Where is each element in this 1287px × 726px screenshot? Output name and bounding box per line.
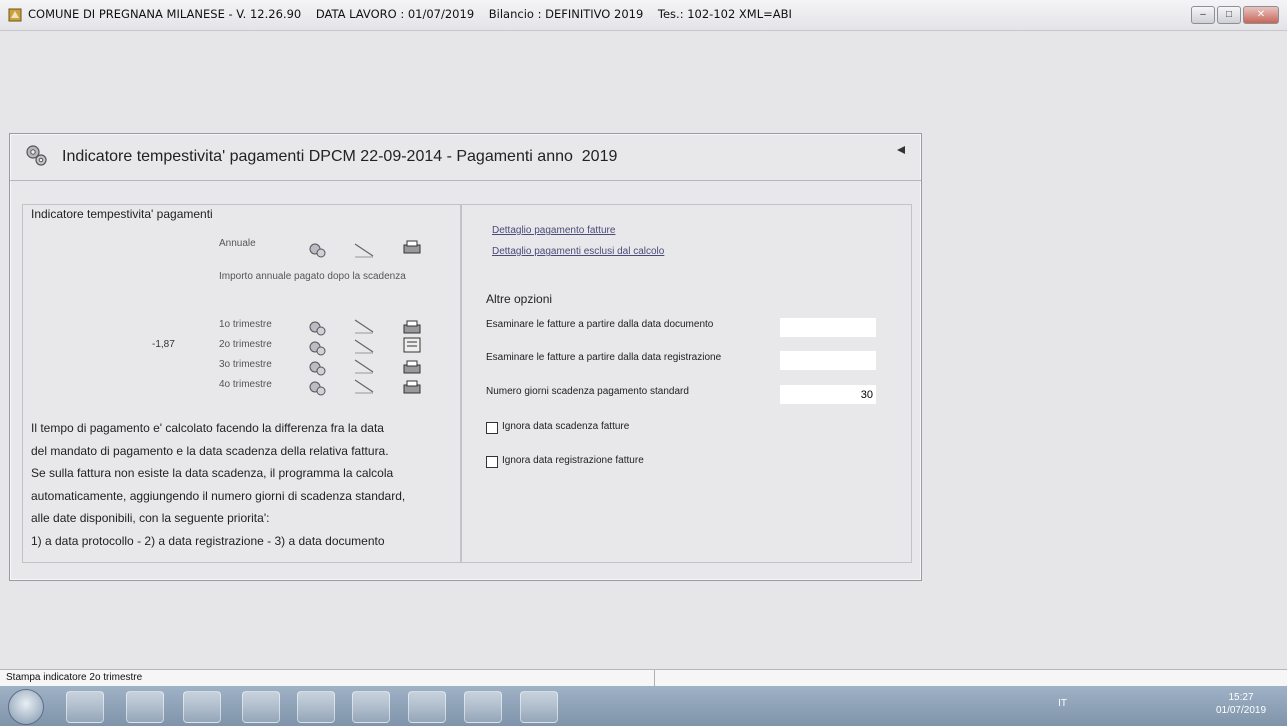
- group-label: Indicatore tempestivita' pagamenti: [31, 207, 213, 221]
- doc-date-field[interactable]: [780, 318, 876, 337]
- print-icon[interactable]: [401, 379, 423, 397]
- minimize-button[interactable]: –: [1191, 6, 1215, 24]
- quarter-label-4: 4o trimestre: [219, 379, 272, 390]
- explanation-line: del mandato di pagamento e la data scade…: [31, 443, 389, 458]
- status-text: Stampa indicatore 2o trimestre: [6, 672, 143, 683]
- panel-title: Indicatore tempestivita' pagamenti DPCM …: [62, 148, 618, 165]
- annual-note: Importo annuale pagato dopo la scadenza: [219, 271, 406, 282]
- ignore-due-date-label: Ignora data scadenza fatture: [502, 421, 630, 432]
- reg-date-field[interactable]: [780, 351, 876, 370]
- clock-time[interactable]: 15:27: [1211, 692, 1271, 703]
- internet-explorer-icon[interactable]: [297, 691, 335, 723]
- explanation-line: Il tempo di pagamento e' calcolato facen…: [31, 421, 384, 435]
- app-logo-icon: [8, 8, 22, 22]
- edit-icon[interactable]: [353, 377, 375, 395]
- reg-date-label: Esaminare le fatture a partire dalla dat…: [486, 352, 722, 363]
- folder-icon[interactable]: [242, 691, 280, 723]
- explanation-line: automaticamente, aggiungendo il numero g…: [31, 488, 406, 503]
- quarter-label-2: 2o trimestre: [219, 339, 272, 350]
- calculation-explanation: Il tempo di pagamento e' calcolato facen…: [31, 417, 451, 552]
- options-group: Dettaglio pagamento fatture Dettaglio pa…: [461, 204, 912, 563]
- indicator-panel: Indicatore tempestivita' pagamenti DPCM …: [9, 133, 922, 581]
- window-controls: – □ ✕: [1191, 6, 1279, 24]
- calculate-icon[interactable]: [307, 319, 329, 337]
- quarter-value: -1,87: [152, 339, 175, 350]
- invoice-payment-detail-link[interactable]: Dettaglio pagamento fatture: [492, 225, 615, 236]
- print-icon[interactable]: [401, 359, 423, 377]
- status-bar: Stampa indicatore 2o trimestre: [0, 669, 1287, 686]
- language-indicator[interactable]: IT: [1058, 698, 1067, 709]
- quarter-label-3: 3o trimestre: [219, 359, 272, 370]
- calculate-icon[interactable]: [307, 359, 329, 377]
- quarter-label-1: 1o trimestre: [219, 319, 272, 330]
- back-arrow-icon[interactable]: [893, 143, 907, 157]
- app-icon[interactable]: [520, 691, 558, 723]
- other-options-title: Altre opzioni: [486, 292, 553, 306]
- print-preview-icon[interactable]: [401, 336, 423, 354]
- media-icon[interactable]: [464, 691, 502, 723]
- close-button[interactable]: ✕: [1243, 6, 1279, 24]
- calculate-icon[interactable]: [307, 379, 329, 397]
- panel-header: Indicatore tempestivita' pagamenti DPCM …: [10, 134, 921, 181]
- explanation-line: Se sulla fattura non esiste la data scad…: [31, 466, 394, 480]
- explanation-line: alle date disponibili, con la seguente p…: [31, 511, 270, 525]
- excel-icon[interactable]: [126, 691, 164, 723]
- visio-icon[interactable]: [408, 691, 446, 723]
- ignore-due-date-checkbox[interactable]: [486, 422, 498, 434]
- ignore-reg-date-label: Ignora data registrazione fatture: [502, 455, 644, 466]
- gear-icon: [26, 145, 47, 166]
- maximize-button[interactable]: □: [1217, 6, 1241, 24]
- print-icon[interactable]: [401, 239, 423, 257]
- outlook-icon[interactable]: [66, 691, 104, 723]
- clock-date[interactable]: 01/07/2019: [1211, 705, 1271, 716]
- edit-icon[interactable]: [353, 357, 375, 375]
- start-button[interactable]: [8, 689, 44, 725]
- taskbar: IT 15:27 01/07/2019: [0, 686, 1287, 726]
- annual-label: Annuale: [219, 238, 256, 249]
- chrome-icon[interactable]: [352, 691, 390, 723]
- timeliness-indicator-group: Indicatore tempestivita' pagamenti Annua…: [22, 204, 461, 563]
- edit-icon[interactable]: [353, 337, 375, 355]
- window-title-bar: COMUNE DI PREGNANA MILANESE - V. 12.26.9…: [0, 0, 1287, 31]
- word-icon[interactable]: [183, 691, 221, 723]
- calculate-icon[interactable]: [307, 339, 329, 357]
- status-divider: [654, 670, 655, 686]
- excluded-payments-detail-link[interactable]: Dettaglio pagamenti esclusi dal calcolo: [492, 246, 664, 257]
- edit-icon[interactable]: [353, 317, 375, 335]
- explanation-line: 1) a data protocollo - 2) a data registr…: [31, 533, 385, 548]
- ignore-reg-date-checkbox[interactable]: [486, 456, 498, 468]
- window-title: COMUNE DI PREGNANA MILANESE - V. 12.26.9…: [28, 7, 792, 21]
- calculate-icon[interactable]: [307, 241, 329, 259]
- standard-days-field[interactable]: [780, 385, 876, 404]
- doc-date-label: Esaminare le fatture a partire dalla dat…: [486, 319, 714, 330]
- print-icon[interactable]: [401, 319, 423, 337]
- edit-icon[interactable]: [353, 241, 375, 259]
- standard-days-label: Numero giorni scadenza pagamento standar…: [486, 386, 689, 397]
